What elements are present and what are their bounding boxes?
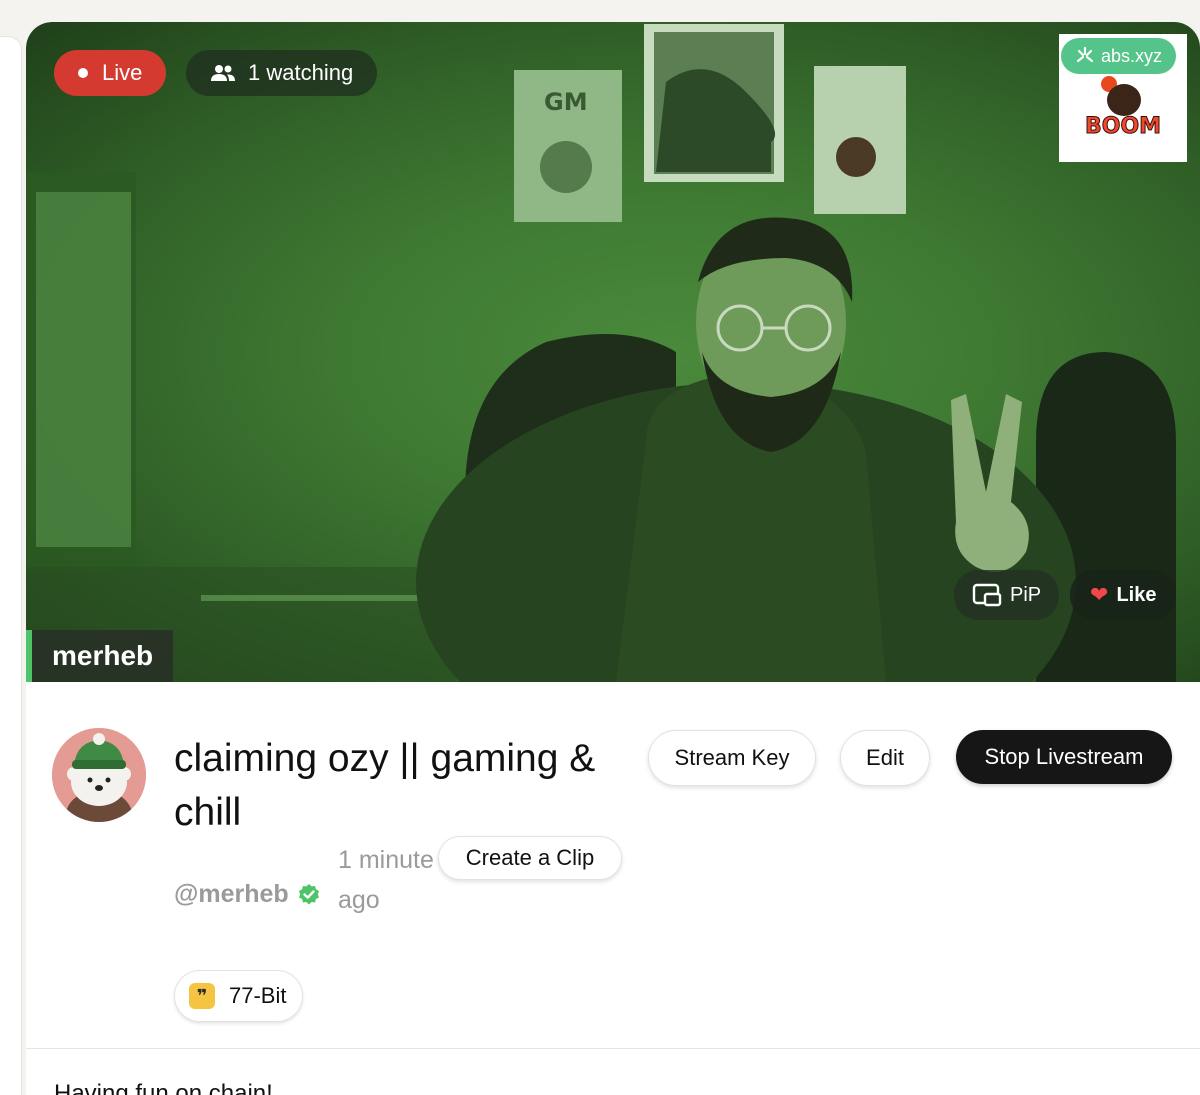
stream-time-ago: 1 minute ago: [338, 846, 434, 914]
create-clip-button[interactable]: Create a Clip: [438, 836, 622, 880]
boom-mascot-graphic: [1107, 84, 1141, 116]
stop-livestream-button[interactable]: Stop Livestream: [956, 730, 1172, 784]
live-label: Live: [102, 60, 143, 85]
stream-key-label: Stream Key: [674, 745, 790, 770]
pip-button[interactable]: PiP: [954, 570, 1060, 620]
live-dot-icon: [78, 68, 88, 78]
livestream-page: GM Live 1 watching abs.xyz BOOM PiP ❤ Li…: [0, 0, 1200, 1095]
boom-logo: BOOM: [1084, 114, 1162, 140]
handle-label: @merheb: [174, 880, 289, 908]
quote-icon: ❞: [189, 983, 215, 1009]
section-divider: [26, 1048, 1200, 1049]
stream-description: Having fun on chain!: [54, 1080, 273, 1095]
stream-title: claiming ozy || gaming & chill: [174, 737, 596, 834]
pip-label: PiP: [1010, 583, 1042, 606]
live-badge: Live: [54, 50, 167, 96]
sponsor-chip[interactable]: abs.xyz: [1061, 38, 1177, 74]
people-icon: [211, 65, 235, 81]
like-button[interactable]: ❤ Like: [1070, 570, 1177, 620]
sponsor-chip-label: abs.xyz: [1101, 45, 1163, 66]
verified-check-icon: [298, 883, 319, 904]
stop-livestream-label: Stop Livestream: [984, 744, 1144, 769]
stream-card: GM Live 1 watching abs.xyz BOOM PiP ❤ Li…: [26, 22, 1200, 1095]
watching-label: 1 watching: [248, 60, 354, 85]
category-tag-label: 77-Bit: [229, 983, 287, 1008]
sponsor-overlay[interactable]: abs.xyz BOOM: [1059, 34, 1187, 162]
category-tag[interactable]: ❞ 77-Bit: [174, 970, 304, 1022]
left-panel-edge: [0, 36, 22, 1095]
streamer-handle[interactable]: @merheb: [174, 880, 321, 909]
video-player[interactable]: GM Live 1 watching abs.xyz BOOM PiP ❤ Li…: [26, 22, 1200, 682]
edit-label: Edit: [866, 745, 904, 770]
abs-logo-icon: [1076, 46, 1094, 63]
heart-icon: ❤: [1090, 582, 1109, 607]
create-clip-label: Create a Clip: [465, 845, 595, 870]
streamer-name-tag: merheb: [26, 630, 174, 682]
streamer-name: merheb: [52, 640, 154, 671]
edit-button[interactable]: Edit: [840, 730, 930, 786]
viewer-count-badge: 1 watching: [186, 50, 378, 96]
pip-icon: [972, 583, 1002, 607]
stream-key-button[interactable]: Stream Key: [648, 730, 816, 786]
avatar[interactable]: [52, 728, 146, 822]
poster-gm-text: GM: [544, 88, 588, 116]
like-label: Like: [1116, 583, 1157, 606]
avatar-bear-graphic: [52, 728, 146, 822]
